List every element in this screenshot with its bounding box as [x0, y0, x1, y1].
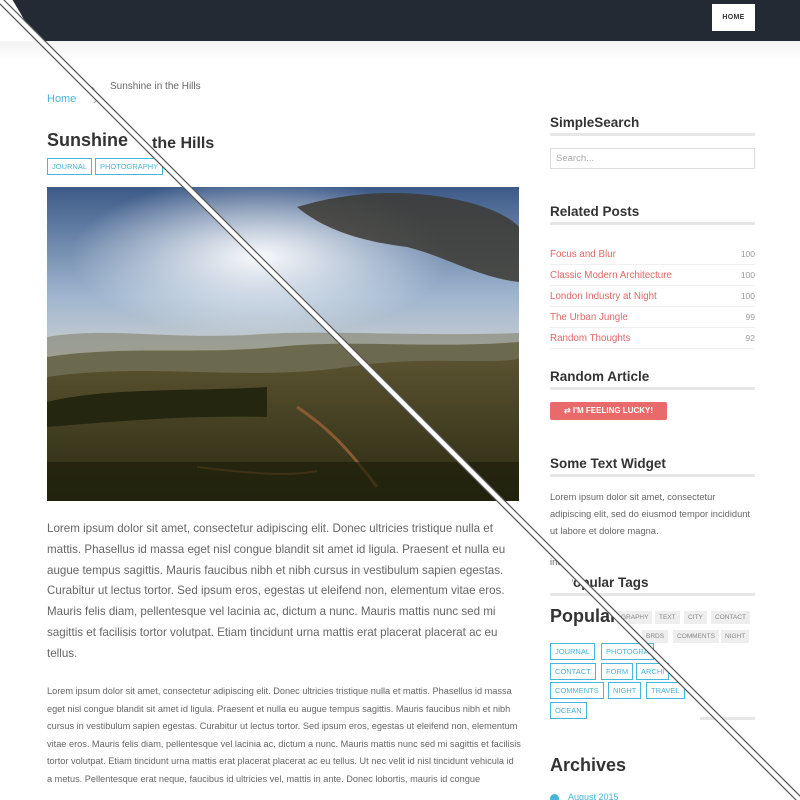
tag-cloud-item[interactable]: NIGHT	[721, 630, 750, 643]
widget-divider	[550, 222, 755, 225]
tag-cloud-item[interactable]: TRAVEL	[646, 682, 685, 699]
post-paragraph-small: Lorem ipsum dolor sit amet, consectetur …	[47, 686, 521, 784]
header-shadow	[0, 41, 800, 61]
text-widget-title: Some Text Widget	[550, 456, 666, 471]
related-post-count: 100	[740, 270, 755, 280]
popular-tags-title-large: Popular	[550, 606, 618, 626]
widget-divider	[550, 387, 755, 390]
search-widget-title: SimpleSearch	[550, 115, 640, 130]
related-post-link[interactable]: London Industry at Night	[550, 291, 657, 302]
feeling-lucky-button[interactable]: ⇄ I'M FEELING LUCKY!	[550, 402, 667, 420]
breadcrumb-current: Sunshine in the Hills	[110, 81, 201, 92]
related-post-count: 100	[740, 249, 755, 259]
text-widget-fragment: inc	[550, 557, 562, 567]
related-post-item[interactable]: Classic Modern Architecture 100	[550, 265, 755, 286]
related-post-item[interactable]: London Industry at Night 100	[550, 286, 755, 307]
text-widget-body: Lorem ipsum dolor sit amet, consectetur …	[550, 492, 750, 537]
related-post-link[interactable]: Classic Modern Architecture	[550, 270, 672, 281]
tag-cloud-item[interactable]: BRDS	[642, 630, 669, 643]
tag-cloud-item[interactable]: CITY	[684, 611, 707, 624]
search-input[interactable]	[550, 148, 755, 169]
nav-home-button[interactable]: HOME	[712, 4, 755, 31]
post-paragraph: Lorem ipsum dolor sit amet, consectetur …	[47, 522, 506, 660]
related-post-count: 100	[740, 291, 755, 301]
breadcrumb-home-link[interactable]: Home	[47, 93, 76, 105]
tag-cloud-item[interactable]: COMMENTS	[673, 630, 719, 643]
post-tags: JOURNAL PHOTOGRAPHY	[47, 158, 164, 175]
breadcrumb-separator: ›	[93, 92, 98, 107]
tag-cloud-item[interactable]: GRAPHY	[617, 611, 653, 624]
archives-title: Archives	[550, 755, 627, 775]
popular-tags-title: Popular Tags	[564, 575, 663, 590]
tag-cloud-item[interactable]: ARCHI	[636, 663, 670, 680]
shuffle-icon: ⇄	[563, 406, 573, 415]
top-navbar: HOME	[0, 0, 800, 41]
tag-cloud-item[interactable]: NIGHT	[608, 682, 642, 699]
widget-divider	[700, 717, 755, 720]
tag-cloud-item[interactable]: CONTACT	[711, 611, 750, 624]
post-title-fragment: the Hills	[152, 135, 215, 152]
tag-cloud-item[interactable]: CONTACT	[550, 663, 596, 680]
post-tag-journal[interactable]: JOURNAL	[47, 158, 93, 175]
related-post-count: 99	[745, 312, 755, 322]
tag-cloud-item[interactable]: COMMENTS	[550, 682, 604, 699]
widget-divider	[550, 133, 755, 136]
post-title: Sunshine	[47, 130, 129, 150]
related-post-link[interactable]: Random Thoughts	[550, 333, 630, 344]
related-posts-list: Focus and Blur 100 Classic Modern Archit…	[550, 244, 755, 349]
related-post-link[interactable]: The Urban Jungle	[550, 312, 628, 323]
calendar-icon	[550, 794, 559, 800]
related-posts-title: Related Posts	[550, 204, 640, 219]
post-tag-photography[interactable]: PHOTOGRAPHY	[95, 158, 164, 175]
feeling-lucky-label: I'M FEELING LUCKY!	[572, 406, 654, 415]
related-post-item[interactable]: Focus and Blur 100	[550, 244, 755, 265]
related-post-item[interactable]: The Urban Jungle 99	[550, 307, 755, 328]
tag-cloud-item[interactable]: FORM	[601, 663, 634, 680]
related-post-count: 92	[745, 333, 755, 343]
tag-cloud-item[interactable]: JOURNAL	[550, 643, 596, 660]
tag-cloud-item[interactable]: PHOTOGRA	[601, 643, 654, 660]
popular-tags-title-text: Popular Tags	[571, 575, 649, 590]
archive-link[interactable]: August 2015	[568, 792, 619, 800]
tag-cloud-item[interactable]: OCEAN	[550, 702, 587, 719]
post-hero-image	[47, 187, 519, 501]
related-post-link[interactable]: Focus and Blur	[550, 249, 616, 260]
related-post-item[interactable]: Random Thoughts 92	[550, 328, 755, 349]
tag-cloud-item[interactable]: TEXT	[655, 611, 680, 624]
widget-divider	[550, 474, 755, 477]
random-article-title: Random Article	[550, 369, 650, 384]
widget-divider	[550, 593, 755, 596]
